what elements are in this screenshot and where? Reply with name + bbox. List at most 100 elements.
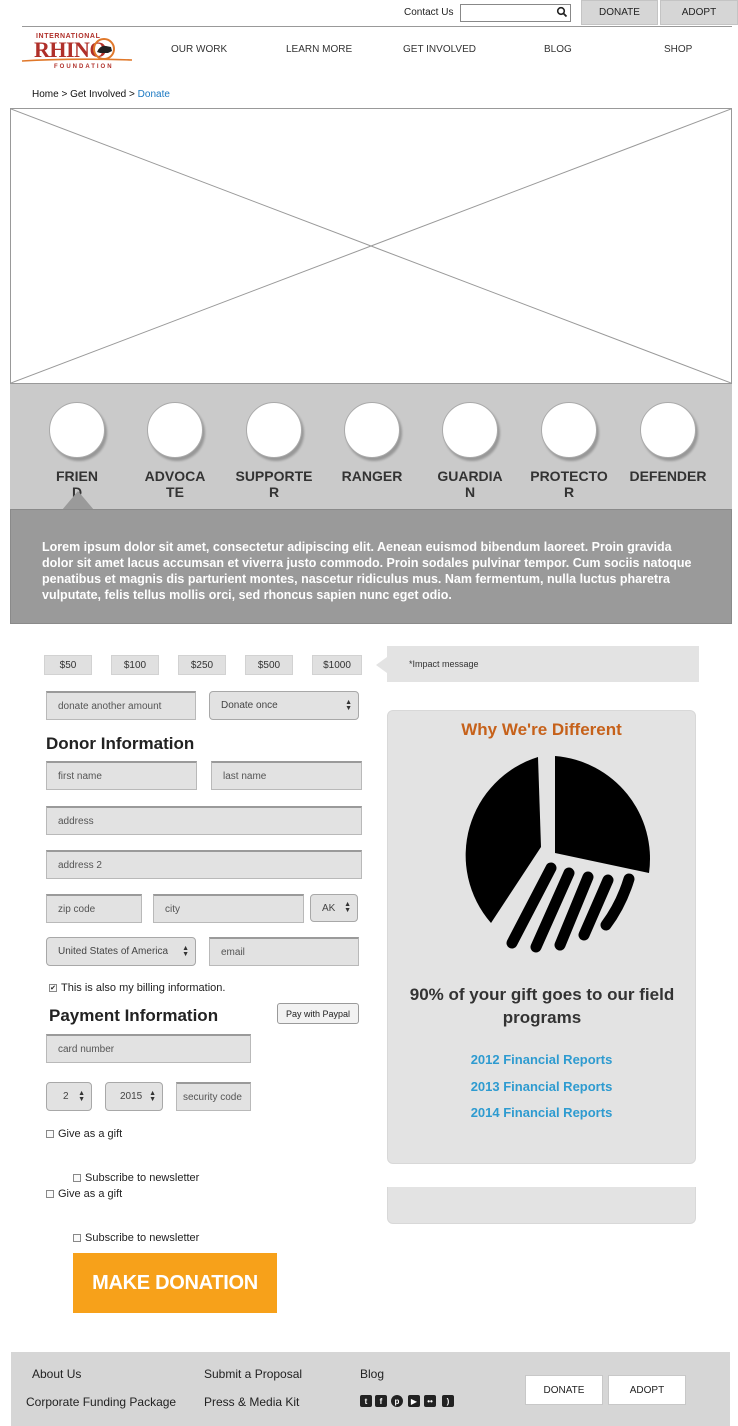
breadcrumb: Home > Get Involved > Donate	[32, 89, 170, 100]
newsletter-option-row: Subscribe to newsletter	[73, 1172, 199, 1184]
amount-1000-button[interactable]: $1000	[312, 655, 362, 675]
nav-get-involved[interactable]: GET INVOLVED	[403, 44, 476, 55]
breadcrumb-get-involved[interactable]: Get Involved	[70, 89, 126, 100]
amount-500-button[interactable]: $500	[245, 655, 293, 675]
footer-corporate-link[interactable]: Corporate Funding Package	[26, 1395, 176, 1409]
payment-info-heading: Payment Information	[49, 1006, 219, 1025]
level-supporter-label[interactable]: SUPPORTER	[234, 468, 314, 500]
top-donate-button[interactable]: DONATE	[581, 0, 658, 25]
why-different-title: Why We're Different	[461, 720, 622, 739]
footer-press-link[interactable]: Press & Media Kit	[204, 1395, 299, 1409]
gift-label: Give as a gift	[58, 1128, 123, 1140]
newsletter-checkbox[interactable]	[73, 1234, 81, 1242]
state-value: AK	[322, 902, 336, 914]
youtube-icon[interactable]: ▶	[408, 1395, 420, 1407]
amount-50-button[interactable]: $50	[44, 655, 92, 675]
last-name-field[interactable]: last name	[211, 761, 362, 790]
footer-blog-link[interactable]: Blog	[360, 1367, 384, 1381]
contact-us-link[interactable]: Contact Us	[404, 7, 453, 18]
flickr-icon[interactable]: ••	[424, 1395, 436, 1407]
zip-code-field[interactable]: zip code	[46, 894, 142, 923]
logo[interactable]: INTERNATIONAL RHINO FOUNDATION	[20, 30, 134, 72]
country-select[interactable]: United States of America ▲ ▼	[46, 937, 196, 966]
nav-blog[interactable]: BLOG	[544, 44, 572, 55]
nav-our-work[interactable]: OUR WORK	[171, 44, 227, 55]
level-advocate-label[interactable]: ADVOCATE	[135, 468, 215, 500]
billing-same-checkbox[interactable]: ✔	[49, 984, 57, 992]
expiry-month-select[interactable]: 2 ▲ ▼	[46, 1082, 92, 1111]
card-number-field[interactable]: card number	[46, 1034, 251, 1063]
top-adopt-button[interactable]: ADOPT	[660, 0, 738, 25]
donate-other-amount-input[interactable]: donate another amount	[46, 691, 196, 720]
header-divider	[22, 26, 732, 27]
expiry-year-value: 2015	[120, 1091, 143, 1102]
expiry-month-value: 2	[63, 1091, 69, 1102]
address2-field[interactable]: address 2	[46, 850, 362, 879]
make-donation-button[interactable]: MAKE DONATION	[73, 1253, 277, 1313]
pay-with-paypal-button[interactable]: Pay with Paypal	[277, 1003, 359, 1024]
gift-option-row: Give as a gift	[46, 1188, 122, 1200]
address-field[interactable]: address	[46, 806, 362, 835]
newsletter-label: Subscribe to newsletter	[85, 1172, 200, 1184]
select-arrows-icon: ▲ ▼	[149, 1089, 156, 1103]
nav-shop[interactable]: SHOP	[664, 44, 692, 55]
secondary-panel	[387, 1187, 696, 1224]
financial-report-2013-link[interactable]: 2013 Financial Reports	[387, 1079, 696, 1094]
footer-about-link[interactable]: About Us	[32, 1367, 81, 1381]
logo-line-3: FOUNDATION	[54, 64, 114, 70]
email-field[interactable]: email	[209, 937, 359, 966]
level-advocate-icon[interactable]	[147, 402, 203, 458]
hero-image-placeholder	[10, 108, 732, 384]
selected-level-pointer	[62, 491, 94, 510]
select-arrows-icon: ▲ ▼	[78, 1089, 85, 1103]
state-select[interactable]: AK ▲ ▼	[310, 894, 358, 922]
level-guardian-icon[interactable]	[442, 402, 498, 458]
billing-same-row: ✔ This is also my billing information.	[49, 982, 225, 994]
pinterest-icon[interactable]: p	[391, 1395, 403, 1407]
select-arrows-icon: ▲ ▼	[345, 698, 352, 712]
donation-frequency-value: Donate once	[221, 700, 278, 711]
level-ranger-icon[interactable]	[344, 402, 400, 458]
breadcrumb-home[interactable]: Home	[32, 89, 59, 100]
twitter-icon[interactable]: t	[360, 1395, 372, 1407]
level-supporter-icon[interactable]	[246, 402, 302, 458]
impact-callout-arrow	[376, 657, 387, 673]
donor-info-heading: Donor Information	[46, 734, 195, 753]
expiry-year-select[interactable]: 2015 ▲ ▼	[105, 1082, 163, 1111]
nav-learn-more[interactable]: LEARN MORE	[286, 44, 352, 55]
impact-message: *Impact message	[387, 646, 699, 682]
footer-proposal-link[interactable]: Submit a Proposal	[204, 1367, 302, 1381]
level-defender-icon[interactable]	[640, 402, 696, 458]
city-field[interactable]: city	[153, 894, 304, 923]
donation-frequency-select[interactable]: Donate once ▲ ▼	[209, 691, 359, 720]
level-guardian-label[interactable]: GUARDIAN	[430, 468, 510, 500]
level-protector-icon[interactable]	[541, 402, 597, 458]
level-friend-icon[interactable]	[49, 402, 105, 458]
security-code-field[interactable]: security code	[176, 1082, 251, 1111]
select-arrows-icon: ▲ ▼	[182, 944, 189, 958]
amount-250-button[interactable]: $250	[178, 655, 226, 675]
financial-report-2014-link[interactable]: 2014 Financial Reports	[387, 1105, 696, 1120]
gift-checkbox[interactable]	[46, 1190, 54, 1198]
footer-donate-button[interactable]: DONATE	[525, 1375, 603, 1405]
level-protector-label[interactable]: PROTECTOR	[529, 468, 609, 500]
level-defender-label[interactable]: DEFENDER	[626, 468, 710, 484]
breadcrumb-separator: >	[129, 89, 135, 100]
logo-line-2: RHINO	[34, 37, 106, 62]
footer-adopt-button[interactable]: ADOPT	[608, 1375, 686, 1405]
search-input[interactable]	[460, 4, 571, 22]
breadcrumb-current: Donate	[137, 89, 170, 100]
newsletter-checkbox[interactable]	[73, 1174, 81, 1182]
billing-same-label: This is also my billing information.	[61, 982, 226, 994]
select-arrows-icon: ▲ ▼	[344, 901, 351, 914]
first-name-field[interactable]: first name	[46, 761, 197, 790]
amount-100-button[interactable]: $100	[111, 655, 159, 675]
financial-report-2012-link[interactable]: 2012 Financial Reports	[387, 1052, 696, 1067]
rss-icon[interactable]: )	[442, 1395, 454, 1407]
level-ranger-label[interactable]: RANGER	[332, 468, 412, 484]
search-icon[interactable]	[556, 6, 568, 18]
facebook-icon[interactable]: f	[375, 1395, 387, 1407]
country-value: United States of America	[58, 946, 169, 957]
breadcrumb-separator: >	[61, 89, 68, 100]
gift-checkbox[interactable]	[46, 1130, 54, 1138]
